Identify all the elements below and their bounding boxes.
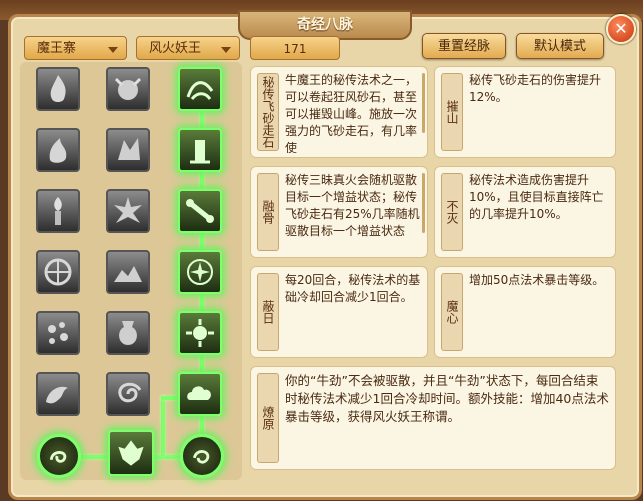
card-scrollbar[interactable]: [422, 73, 425, 133]
card-tag: 蔽日: [257, 273, 279, 351]
card-description: 你的“牛劲”不会被驱散，并且“牛劲”状态下，每回合结束时秘传法术减少1回合冷却时…: [285, 373, 609, 424]
card-tag: 秘传飞砂走石: [257, 73, 279, 151]
title-dropdown-label: 风火妖王: [149, 41, 202, 56]
card-tag: 不灭: [441, 173, 463, 251]
close-button[interactable]: ✕: [606, 14, 636, 44]
tower-skill-icon[interactable]: [178, 128, 222, 172]
default-mode-button[interactable]: 默认模式: [516, 33, 604, 59]
beast-skill-icon[interactable]: [106, 67, 150, 111]
chevron-down-icon: [108, 47, 118, 53]
points-value: 171: [250, 36, 340, 60]
chevron-down-icon: [221, 47, 231, 53]
card-tag: 燎原: [257, 373, 279, 463]
card-tag: 摧山: [441, 73, 463, 151]
dots-skill-icon[interactable]: [36, 311, 80, 355]
orb-right-icon[interactable]: [180, 434, 224, 478]
card-description: 秘传三昧真火会随机驱散目标一个增益状态；秘传飞砂走石有25%几率随机驱散目标一个…: [285, 173, 420, 238]
bone-skill-icon[interactable]: [178, 189, 222, 233]
card-description: 秘传飞砂走石的伤害提升12%。: [469, 73, 602, 104]
sect-dropdown-label: 魔王寨: [37, 41, 77, 56]
card-description: 秘传法术造成伤害提升10%，且使目标直接阵亡的几率提升10%。: [469, 173, 604, 221]
demon-skill-icon[interactable]: [108, 430, 154, 476]
vase-skill-icon[interactable]: [106, 311, 150, 355]
fire-hand-icon[interactable]: [36, 128, 80, 172]
monster-skill-icon[interactable]: [106, 128, 150, 172]
swirl-skill-icon[interactable]: [106, 372, 150, 416]
card-description: 每20回合，秘传法术的基础冷却回合减少1回合。: [285, 273, 421, 304]
card-biri: 蔽日 每20回合，秘传法术的基础冷却回合减少1回合。: [250, 266, 428, 358]
card-tag: 融骨: [257, 173, 279, 251]
card-ronggu: 融骨 秘传三昧真火会随机驱散目标一个增益状态；秘传飞砂走石有25%几率随机驱散目…: [250, 166, 428, 258]
compass-skill-icon[interactable]: [36, 250, 80, 294]
card-description: 牛魔王的秘传法术之一，可以卷起狂风砂石，甚至可以摧毁山峰。施放一次强力的飞砂走石…: [285, 73, 418, 153]
flame-skill-icon[interactable]: [36, 67, 80, 111]
card-tag: 魔心: [441, 273, 463, 351]
orb-left-icon[interactable]: [37, 434, 81, 478]
rock-skill-icon[interactable]: [106, 250, 150, 294]
sect-dropdown[interactable]: 魔王寨: [24, 36, 127, 60]
dragon-skill-icon[interactable]: [36, 372, 80, 416]
wind-skill-icon[interactable]: [178, 67, 222, 111]
card-bumie: 不灭 秘传法术造成伤害提升10%，且使目标直接阵亡的几率提升10%。: [434, 166, 616, 258]
card-scrollbar[interactable]: [422, 173, 425, 233]
tree-connector-branch: [161, 396, 165, 456]
card-description: 增加50点法术暴击等级。: [469, 273, 605, 287]
title-dropdown[interactable]: 风火妖王: [136, 36, 240, 60]
card-moxin: 魔心 增加50点法术暴击等级。: [434, 266, 616, 358]
sun-skill-icon[interactable]: [178, 311, 222, 355]
card-secret-sandstorm: 秘传飞砂走石 牛魔王的秘传法术之一，可以卷起狂风砂石，甚至可以摧毁山峰。施放一次…: [250, 66, 428, 158]
reset-meridian-button[interactable]: 重置经脉: [422, 33, 506, 59]
torch-skill-icon[interactable]: [36, 189, 80, 233]
card-cuishan: 摧山 秘传飞砂走石的伤害提升12%。: [434, 66, 616, 158]
cloud-skill-icon[interactable]: [178, 372, 222, 416]
burst-skill-icon[interactable]: [106, 189, 150, 233]
card-liaoyuan: 燎原 你的“牛劲”不会被驱散，并且“牛劲”状态下，每回合结束时秘传法术减少1回合…: [250, 366, 616, 470]
star-skill-icon[interactable]: [178, 250, 222, 294]
